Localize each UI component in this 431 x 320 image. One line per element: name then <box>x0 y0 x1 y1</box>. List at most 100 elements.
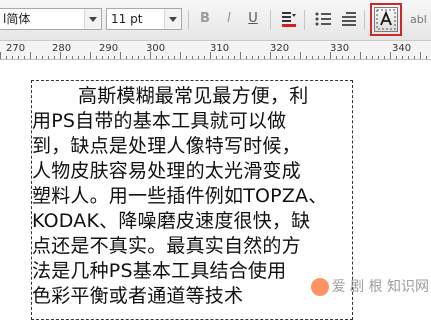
font-size-dropdown[interactable]: 11 pt <box>106 8 182 30</box>
ruler-tick <box>354 56 355 59</box>
toolbar-divider <box>304 10 305 30</box>
bold-button[interactable]: B <box>196 10 214 28</box>
ruler-tick <box>270 52 271 59</box>
watermark: 爱 剧 根 知识网 <box>310 276 429 296</box>
ruler-tick <box>264 56 265 59</box>
ruler-tick <box>414 56 415 59</box>
text-line: 高斯模糊最常见最方便，利 <box>78 85 309 107</box>
text-frame[interactable]: 高斯模糊最常见最方便，利 用PS自带的基本工具就可以做 到，缺点是处理人像特写时… <box>31 80 353 320</box>
ruler-tick <box>246 56 247 59</box>
ruler-tick <box>186 56 187 59</box>
ruler-tick <box>114 56 115 59</box>
ruler-tick <box>60 52 61 59</box>
ruler-tick <box>6 56 7 59</box>
ruler-tick <box>42 56 43 59</box>
ruler-tick <box>108 56 109 59</box>
ruler-tick <box>384 56 385 59</box>
text-line: 法是几种PS基本工具结合使用 <box>32 260 287 282</box>
text-line: 到，缺点是处理人像特写时候， <box>32 135 301 157</box>
ruler-tick <box>408 56 409 59</box>
document-canvas[interactable]: 高斯模糊最常见最方便，利 用PS自带的基本工具就可以做 到，缺点是处理人像特写时… <box>0 60 431 320</box>
ruler-label: 290 <box>99 43 119 54</box>
watermark-text: 爱 剧 根 知识网 <box>331 279 429 295</box>
ruler-tick <box>180 52 181 59</box>
ruler-tick <box>300 52 301 59</box>
ruler-tick <box>216 56 217 59</box>
ruler-tick <box>342 56 343 59</box>
font-family-value: l简体 <box>3 12 31 26</box>
italic-button[interactable]: I <box>220 10 238 28</box>
toolbar-divider <box>188 10 189 30</box>
ruler-tick <box>48 56 49 59</box>
ruler-tick <box>222 56 223 59</box>
ruler-tick <box>372 56 373 59</box>
chevron-down-icon[interactable] <box>164 9 181 29</box>
ruler-tick <box>366 56 367 59</box>
ruler-tick <box>276 56 277 59</box>
horizontal-ruler[interactable]: 270 280 290 300 310 320 330 340 <box>0 41 431 60</box>
text-line: 人物皮肤容易处理的太光滑变成 <box>32 160 301 182</box>
artistic-text-icon: abl <box>410 13 427 26</box>
font-family-dropdown[interactable]: l简体 <box>0 8 102 30</box>
ruler-tick <box>306 56 307 59</box>
text-color-icon <box>282 12 296 27</box>
ruler-tick <box>330 52 331 59</box>
ruler-tick <box>228 56 229 59</box>
ruler-tick <box>18 56 19 59</box>
text-line: 用PS自带的基本工具就可以做 <box>32 110 287 132</box>
ruler-label: 280 <box>52 43 72 54</box>
text-line: 塑料人。用一些插件例如TOPZA、 <box>32 185 328 207</box>
ruler-tick <box>36 56 37 59</box>
ruler-tick <box>12 56 13 59</box>
ruler-tick <box>252 56 253 59</box>
text-line: KODAK、降噪磨皮速度很快，缺 <box>32 210 311 232</box>
ruler-label: 310 <box>210 43 230 54</box>
ruler-tick <box>162 56 163 59</box>
underline-button[interactable]: U <box>244 10 262 28</box>
frame-text-button[interactable] <box>374 7 398 32</box>
ruler-tick <box>258 56 259 59</box>
ruler-tick <box>144 56 145 59</box>
ruler-tick <box>90 52 91 59</box>
ruler-tick <box>24 56 25 59</box>
paragraph-align-icon <box>342 12 356 26</box>
font-size-value: 11 pt <box>111 12 143 26</box>
ruler-tick <box>72 56 73 59</box>
ruler-tick <box>318 56 319 59</box>
frame-text-icon <box>376 9 396 30</box>
chevron-down-icon[interactable] <box>84 9 101 29</box>
ruler-tick <box>132 56 133 59</box>
toolbar-divider <box>270 10 271 30</box>
bullet-list-button[interactable] <box>314 10 332 28</box>
ruler-tick <box>174 56 175 59</box>
ruler-tick <box>84 56 85 59</box>
ruler-tick <box>210 52 211 59</box>
text-color-button[interactable] <box>280 10 298 28</box>
ruler-tick <box>234 56 235 59</box>
ruler-tick <box>420 52 421 59</box>
ruler-tick <box>54 56 55 59</box>
ruler-tick <box>78 56 79 59</box>
ruler-tick <box>138 56 139 59</box>
ruler-tick <box>96 56 97 59</box>
ruler-tick <box>30 52 31 59</box>
ruler-tick <box>150 52 151 59</box>
text-line: 点还是不真实。最真实自然的方 <box>32 235 301 257</box>
ruler-tick <box>426 56 427 59</box>
ruler-tick <box>192 56 193 59</box>
ruler-tick <box>294 56 295 59</box>
ruler-label: 330 <box>330 43 350 54</box>
ruler-tick <box>336 56 337 59</box>
ruler-tick <box>120 52 121 59</box>
ruler-label: 270 <box>6 43 26 54</box>
ruler-tick <box>282 56 283 59</box>
ruler-tick <box>240 52 241 59</box>
artistic-text-button[interactable]: abl <box>408 10 431 28</box>
ruler-tick <box>396 56 397 59</box>
svg-text:abl: abl <box>410 13 427 26</box>
paragraph-format-button[interactable] <box>340 10 358 28</box>
ruler-tick <box>390 52 391 59</box>
bullet-list-icon <box>315 12 331 26</box>
ruler-tick <box>360 52 361 59</box>
ruler-tick <box>198 56 199 59</box>
